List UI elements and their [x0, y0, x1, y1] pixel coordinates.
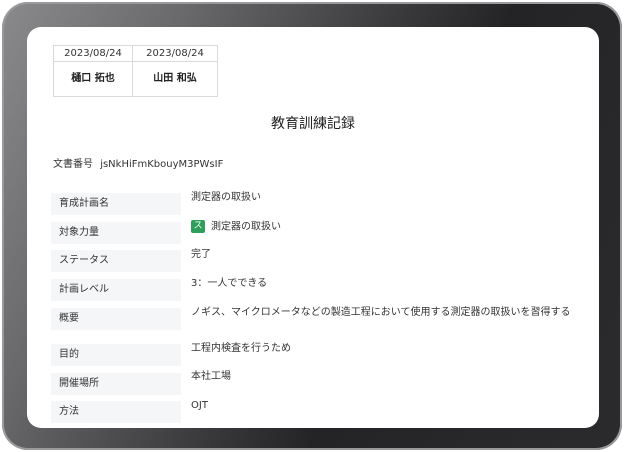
tablet-device-frame: 2023/08/24 樋口 拓也 2023/08/24 山田 和弘 教育訓練記録… — [2, 2, 622, 450]
page-title: 教育訓練記録 — [271, 116, 355, 132]
field-label: 開催場所 — [51, 373, 181, 395]
field-label: ステータス — [51, 250, 181, 272]
approval-stamp-table: 2023/08/24 樋口 拓也 2023/08/24 山田 和弘 — [53, 45, 218, 97]
document-number-value: jsNkHiFmKbouyM3PWsIF — [100, 159, 224, 170]
field-value: ノギス、マイクロメータなどの製造工程において使用する測定器の取扱いを習得する — [191, 307, 571, 318]
approver-name: 山田 和弘 — [153, 73, 197, 84]
field-label: 目的 — [51, 344, 181, 366]
skill-badge: ス — [191, 220, 205, 233]
field-value: 本社工場 — [191, 371, 231, 382]
screen: 2023/08/24 樋口 拓也 2023/08/24 山田 和弘 教育訓練記録… — [27, 27, 599, 428]
field-value: 3：一人でできる — [191, 278, 268, 289]
field-label: 方法 — [51, 401, 181, 423]
approval-column: 2023/08/24 山田 和弘 — [133, 46, 217, 96]
approver-name: 樋口 拓也 — [71, 73, 115, 84]
field-value: 工程内検査を行うため — [191, 343, 291, 354]
approval-date: 2023/08/24 — [54, 46, 132, 62]
field-label: 育成計画名 — [51, 193, 181, 215]
field-value: 測定器の取扱い — [211, 221, 281, 233]
document-number-label: 文書番号 — [53, 159, 93, 170]
field-value: 測定器の取扱い — [191, 192, 261, 203]
approval-column: 2023/08/24 樋口 拓也 — [54, 46, 133, 96]
field-label: 概要 — [51, 308, 181, 330]
approval-date: 2023/08/24 — [133, 46, 217, 62]
field-label: 対象力量 — [51, 222, 181, 244]
field-value: 完了 — [191, 249, 211, 260]
field-label: 計画レベル — [51, 279, 181, 301]
field-value: OJT — [191, 400, 208, 411]
document-number: 文書番号 jsNkHiFmKbouyM3PWsIF — [53, 155, 223, 170]
field-value-wrap: ス測定器の取扱い — [191, 220, 571, 235]
